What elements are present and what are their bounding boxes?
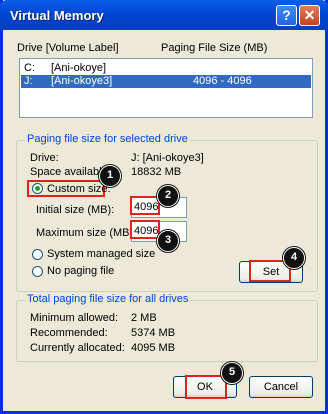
help-button[interactable]: ?	[276, 5, 297, 26]
currently-allocated-label: Currently allocated:	[30, 342, 125, 354]
close-button[interactable]: ✕	[299, 5, 320, 26]
drive-letter: C:	[24, 62, 35, 74]
drive-label: Drive:	[30, 152, 59, 164]
callout-2: 2	[157, 185, 179, 207]
total-paging-group-title: Total paging file size for all drives	[25, 293, 191, 305]
maximum-size-label: Maximum size (MB):	[36, 227, 137, 239]
drive-volume-label: [Ani-okoye]	[51, 62, 107, 74]
callout-4: 4	[283, 247, 305, 269]
virtual-memory-dialog: Virtual Memory ? ✕ Drive [Volume Label] …	[0, 0, 328, 414]
currently-allocated-value: 4095 MB	[131, 342, 176, 354]
title-bar[interactable]: Virtual Memory ? ✕	[0, 0, 328, 30]
minimum-allowed-value: 2 MB	[131, 312, 157, 324]
callout-5: 5	[221, 362, 243, 384]
system-managed-radio[interactable]	[32, 249, 43, 260]
maximum-size-highlight	[130, 220, 160, 239]
no-paging-file-radio[interactable]	[32, 266, 43, 277]
cancel-button[interactable]: Cancel	[249, 376, 313, 398]
initial-size-highlight	[130, 196, 160, 215]
drive-volume-label: [Ani-okoye3]	[51, 75, 113, 87]
recommended-value: 5374 MB	[131, 327, 176, 339]
drive-column-header: Drive [Volume Label]	[17, 42, 119, 54]
drive-letter: J:	[24, 75, 33, 87]
callout-3: 3	[157, 230, 179, 252]
drive-value: J: [Ani-okoye3]	[131, 152, 204, 164]
cancel-button-label: Cancel	[263, 381, 299, 393]
window-title: Virtual Memory	[10, 8, 104, 23]
no-paging-file-label: No paging file	[47, 265, 115, 277]
minimum-allowed-label: Minimum allowed:	[30, 312, 119, 324]
drive-paging-size: 4096 - 4096	[193, 75, 252, 87]
custom-size-label: Custom size:	[47, 183, 111, 195]
drive-list[interactable]: C: [Ani-okoye] J: [Ani-okoye3] 4096 - 40…	[19, 58, 313, 118]
callout-1: 1	[99, 165, 121, 187]
drive-row-j[interactable]: J: [Ani-okoye3] 4096 - 4096	[21, 75, 311, 88]
paging-size-column-header: Paging File Size (MB)	[161, 42, 268, 54]
custom-size-radio[interactable]	[32, 183, 43, 194]
system-managed-label: System managed size	[47, 248, 156, 260]
ok-button-highlight	[185, 375, 227, 399]
drive-row-c[interactable]: C: [Ani-okoye]	[21, 62, 311, 75]
space-available-value: 18832 MB	[131, 166, 182, 178]
initial-size-label: Initial size (MB):	[36, 204, 115, 216]
recommended-label: Recommended:	[30, 327, 108, 339]
selected-drive-group-title: Paging file size for selected drive	[25, 133, 190, 145]
